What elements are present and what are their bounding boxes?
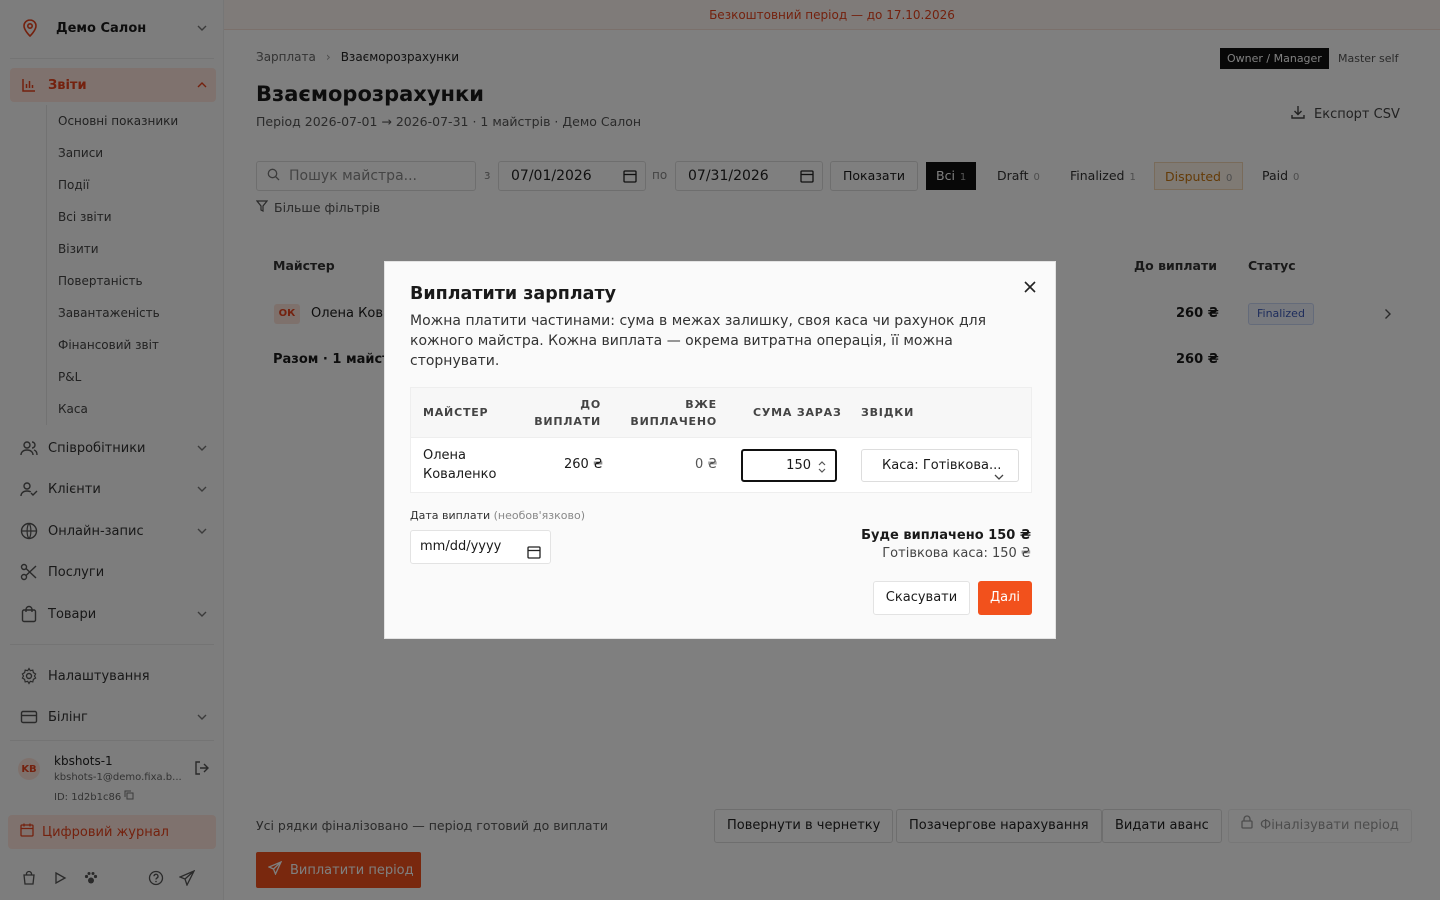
payout-table-header: МАЙСТЕР ДО ВИПЛАТИ ВЖЕ ВИПЛАЧЕНО СУМА ЗА… [411, 388, 1031, 438]
chevron-down-icon [994, 461, 1004, 492]
amount-value: 150 [786, 458, 811, 473]
header-paid-line1: ВЖЕ [685, 398, 717, 411]
payout-master-name: Олена Коваленко [423, 448, 497, 482]
payout-table: МАЙСТЕР ДО ВИПЛАТИ ВЖЕ ВИПЛАЧЕНО СУМА ЗА… [410, 387, 1032, 493]
payout-due: 260 ₴ [564, 457, 604, 472]
header-due-line1: ДО [580, 398, 601, 411]
pay-salary-dialog: Виплатити зарплату Можна платити частина… [384, 261, 1056, 639]
close-icon[interactable] [1021, 278, 1039, 296]
header-master: МАЙСТЕР [423, 406, 489, 419]
next-button[interactable]: Далі [978, 581, 1032, 615]
payout-date-placeholder: mm/dd/yyyy [420, 539, 502, 554]
calendar-icon[interactable] [527, 540, 541, 572]
payout-date-label-text: Дата виплати [410, 509, 491, 522]
source-value: Каса: Готівкова... [882, 458, 1002, 473]
payout-already-paid: 0 ₴ [695, 457, 718, 472]
header-paid-line2: ВИПЛАЧЕНО [630, 415, 717, 428]
payout-date-input[interactable]: mm/dd/yyyy [410, 530, 551, 564]
header-due-line2: ВИПЛАТИ [534, 415, 601, 428]
cancel-button[interactable]: Скасувати [873, 581, 970, 615]
payout-summary: Буде виплачено 150 ₴ [861, 528, 1031, 543]
payout-date-label: Дата виплати (необов'язково) [410, 509, 585, 522]
stepper-icon[interactable] [818, 457, 826, 473]
source-select[interactable]: Каса: Готівкова... [861, 449, 1019, 482]
header-due: ДО ВИПЛАТИ [534, 396, 601, 430]
dialog-description: Можна платити частинами: сума в межах за… [410, 313, 987, 369]
payout-summary-detail: Готівкова каса: 150 ₴ [882, 546, 1031, 561]
optional-hint: (необов'язково) [493, 509, 585, 522]
header-source: ЗВІДКИ [861, 406, 915, 419]
header-amount-now: СУМА ЗАРАЗ [753, 406, 842, 419]
amount-input[interactable]: 150 [741, 449, 837, 482]
header-paid: ВЖЕ ВИПЛАЧЕНО [630, 396, 717, 430]
dialog-title: Виплатити зарплату [410, 284, 616, 304]
